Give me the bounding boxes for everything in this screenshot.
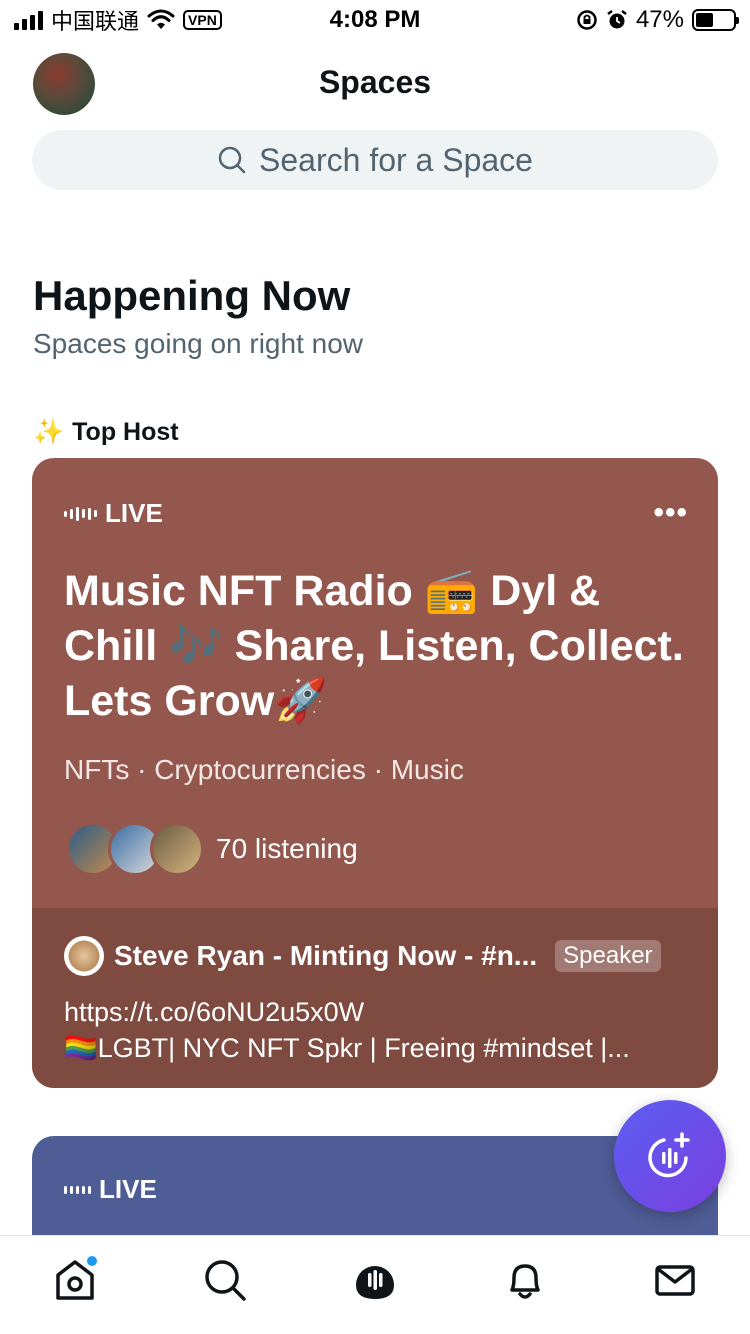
bell-icon (510, 1264, 540, 1299)
mail-icon (655, 1265, 695, 1296)
audio-wave-icon (64, 506, 97, 522)
alarm-icon (607, 10, 627, 29)
create-space-icon (648, 1132, 690, 1178)
top-host-label: ✨ Top Host (33, 418, 179, 447)
battery-icon (692, 9, 739, 31)
tab-search[interactable] (195, 1250, 255, 1310)
listeners-row: 70 listening (66, 822, 358, 876)
tab-notifications[interactable] (495, 1250, 555, 1310)
tab-home[interactable] (45, 1250, 105, 1310)
create-space-button[interactable] (614, 1100, 726, 1212)
speaker-bio-link: https://t.co/6oNU2u5x0W (64, 997, 365, 1027)
tab-messages[interactable] (645, 1250, 705, 1310)
speaker-row: Steve Ryan - Minting Now - #n... Speaker (64, 936, 661, 976)
listening-count: 70 listening (216, 833, 358, 864)
live-label: LIVE (99, 1174, 157, 1204)
speaker-bio-text: 🏳️‍🌈LGBT| NYC NFT Spkr | Freeing #mindse… (64, 1033, 630, 1063)
search-bar[interactable]: Search for a Space (32, 130, 718, 190)
battery-percentage: 47% (635, 6, 684, 33)
carrier-name: 中国联通 (51, 9, 140, 34)
top-host-text: Top Host (72, 418, 179, 446)
space-card[interactable]: LIVE ••• Music NFT Radio 📻 Dyl & Chill 🎶… (32, 458, 718, 1088)
section-title: Happening Now (33, 272, 351, 319)
status-right: 47% (576, 6, 739, 34)
live-indicator: LIVE (64, 1174, 157, 1205)
listener-avatar (150, 822, 204, 876)
search-icon (205, 1260, 246, 1301)
sparkles-icon: ✨ (33, 418, 65, 446)
live-indicator: LIVE (64, 498, 163, 529)
cellular-signal-icon (14, 10, 43, 30)
orientation-lock-icon (577, 10, 597, 30)
vpn-badge: VPN (183, 10, 222, 30)
status-left: 中国联通 VPN (14, 4, 222, 36)
speaker-bio: https://t.co/6oNU2u5x0W 🏳️‍🌈LGBT| NYC NF… (64, 994, 694, 1066)
tab-spaces[interactable] (345, 1250, 405, 1310)
space-title: Music NFT Radio 📻 Dyl & Chill 🎶 Share, L… (64, 567, 684, 725)
spaces-icon (356, 1265, 394, 1299)
space-topics: NFTs · Cryptocurrencies · Music (64, 754, 464, 785)
wifi-icon (147, 9, 175, 29)
search-icon (218, 146, 246, 174)
speaker-badge: Speaker (555, 940, 661, 972)
page-title: Spaces (318, 64, 432, 100)
audio-wave-icon (64, 1182, 91, 1198)
speaker-avatar (64, 936, 104, 976)
notification-dot (87, 1256, 97, 1266)
live-label: LIVE (105, 498, 163, 528)
speaker-name: Steve Ryan - Minting Now - #n... (114, 940, 538, 971)
section-subtitle: Spaces going on right now (33, 328, 363, 359)
status-bar: 中国联通 VPN 4:08 PM 47% (0, 0, 750, 40)
speaker-section: Steve Ryan - Minting Now - #n... Speaker… (32, 908, 718, 1088)
more-options-icon[interactable]: ••• (653, 496, 688, 530)
search-placeholder: Search for a Space (259, 141, 533, 178)
tab-bar (0, 1235, 750, 1334)
